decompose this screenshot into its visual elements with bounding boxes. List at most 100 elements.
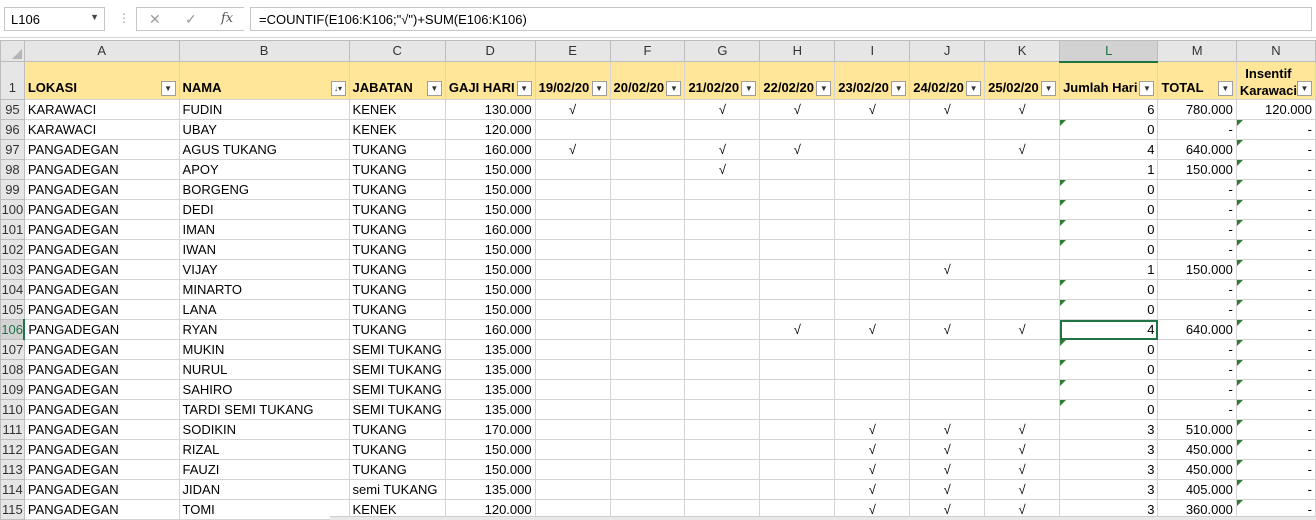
cell[interactable]: 640.000 — [1157, 139, 1237, 160]
cell[interactable] — [684, 259, 761, 280]
cell[interactable] — [984, 119, 1061, 140]
cell[interactable] — [984, 339, 1061, 360]
cell[interactable]: 160.000 — [444, 219, 536, 240]
cell[interactable]: TUKANG — [348, 319, 446, 340]
cell[interactable] — [834, 219, 911, 240]
cell[interactable] — [834, 199, 911, 220]
cell[interactable]: 0 — [1059, 179, 1159, 200]
cell[interactable]: MINARTO — [178, 279, 350, 300]
filter-dropdown-icon[interactable]: ▼ — [966, 81, 982, 96]
cell[interactable]: SEMI TUKANG — [348, 399, 446, 420]
header-cell[interactable]: 24/02/20 ▼ — [909, 61, 986, 100]
cell[interactable] — [759, 479, 836, 500]
cell[interactable] — [609, 179, 686, 200]
cell[interactable]: SODIKIN — [178, 419, 350, 440]
header-cell[interactable]: NAMA ↓▾ — [178, 61, 350, 100]
header-cell[interactable]: LOKASI ▼ — [23, 61, 180, 100]
cell[interactable] — [684, 319, 761, 340]
column-header-n[interactable]: N — [1235, 40, 1316, 62]
column-header-e[interactable]: E — [534, 40, 611, 62]
cell[interactable]: TUKANG — [348, 299, 446, 320]
chevron-down-icon[interactable]: ▼ — [90, 12, 99, 22]
cell[interactable]: 0 — [1059, 399, 1159, 420]
cell[interactable]: PANGADEGAN — [23, 459, 180, 480]
row-header[interactable]: 113 — [0, 459, 25, 480]
cell[interactable]: - — [1157, 379, 1237, 400]
cell[interactable]: - — [1235, 159, 1316, 180]
cell[interactable]: - — [1235, 179, 1316, 200]
cell[interactable] — [909, 219, 986, 240]
cell[interactable] — [609, 219, 686, 240]
cell[interactable] — [534, 219, 611, 240]
cell[interactable] — [909, 119, 986, 140]
cell[interactable]: 405.000 — [1157, 479, 1237, 500]
cell[interactable] — [909, 359, 986, 380]
cell[interactable] — [759, 379, 836, 400]
cell[interactable] — [684, 359, 761, 380]
cell[interactable] — [984, 219, 1061, 240]
cell[interactable]: - — [1235, 379, 1316, 400]
cell[interactable] — [534, 399, 611, 420]
cell[interactable]: √ — [834, 479, 911, 500]
cell[interactable]: TUKANG — [348, 199, 446, 220]
row-header[interactable]: 106 — [0, 319, 26, 340]
row-header[interactable]: 1 — [0, 61, 25, 100]
cell[interactable] — [759, 279, 836, 300]
cell[interactable]: - — [1235, 339, 1316, 360]
header-cell[interactable]: Insentif Karawaci ▼ — [1235, 61, 1316, 100]
cell[interactable]: PANGADEGAN — [23, 259, 180, 280]
enter-check-icon[interactable]: ✓ — [185, 11, 197, 28]
column-header-j[interactable]: J — [909, 40, 986, 62]
cell[interactable]: √ — [909, 319, 986, 340]
cell[interactable]: TUKANG — [348, 219, 446, 240]
cell[interactable]: √ — [909, 259, 986, 280]
cell[interactable]: NURUL — [178, 359, 350, 380]
cell[interactable] — [834, 379, 911, 400]
cell[interactable]: TOMI — [178, 499, 350, 520]
cell[interactable]: JIDAN — [178, 479, 350, 500]
cell[interactable]: 150.000 — [444, 459, 536, 480]
cell[interactable]: VIJAY — [178, 259, 350, 280]
cell[interactable] — [759, 399, 836, 420]
cell[interactable]: 120.000 — [444, 119, 536, 140]
row-header[interactable]: 96 — [0, 119, 25, 140]
cell[interactable] — [609, 399, 686, 420]
row-header[interactable]: 99 — [0, 179, 25, 200]
cell[interactable]: MUKIN — [178, 339, 350, 360]
cell[interactable] — [534, 479, 611, 500]
cell[interactable]: √ — [534, 139, 611, 160]
cell[interactable]: 135.000 — [444, 359, 536, 380]
cell[interactable] — [834, 259, 911, 280]
cell[interactable]: - — [1235, 279, 1316, 300]
cell[interactable]: √ — [984, 419, 1061, 440]
cell[interactable] — [534, 259, 611, 280]
cell[interactable]: 150.000 — [444, 179, 536, 200]
cell[interactable]: 150.000 — [444, 199, 536, 220]
cell[interactable]: KENEK — [348, 99, 446, 120]
cell[interactable]: √ — [834, 439, 911, 460]
cell[interactable]: - — [1157, 179, 1237, 200]
cell[interactable]: 3 — [1059, 439, 1159, 460]
cell[interactable] — [684, 199, 761, 220]
cell[interactable] — [534, 419, 611, 440]
cell[interactable]: IMAN — [178, 219, 350, 240]
cell[interactable]: SEMI TUKANG — [348, 379, 446, 400]
cell[interactable]: 450.000 — [1157, 459, 1237, 480]
cell[interactable] — [609, 339, 686, 360]
column-header-k[interactable]: K — [984, 40, 1061, 62]
cell[interactable]: TUKANG — [348, 459, 446, 480]
cell[interactable]: √ — [984, 319, 1061, 340]
cell[interactable]: RIZAL — [178, 439, 350, 460]
cell[interactable]: PANGADEGAN — [23, 419, 180, 440]
cell[interactable] — [759, 459, 836, 480]
cell[interactable] — [609, 279, 686, 300]
cell[interactable] — [834, 119, 911, 140]
cell[interactable]: - — [1157, 119, 1237, 140]
row-header[interactable]: 100 — [0, 199, 25, 220]
cell[interactable]: √ — [909, 99, 986, 120]
cell[interactable]: - — [1157, 339, 1237, 360]
cell[interactable] — [684, 419, 761, 440]
cell[interactable]: TUKANG — [348, 279, 446, 300]
filter-dropdown-icon[interactable]: ▼ — [160, 81, 176, 96]
cell[interactable] — [534, 199, 611, 220]
